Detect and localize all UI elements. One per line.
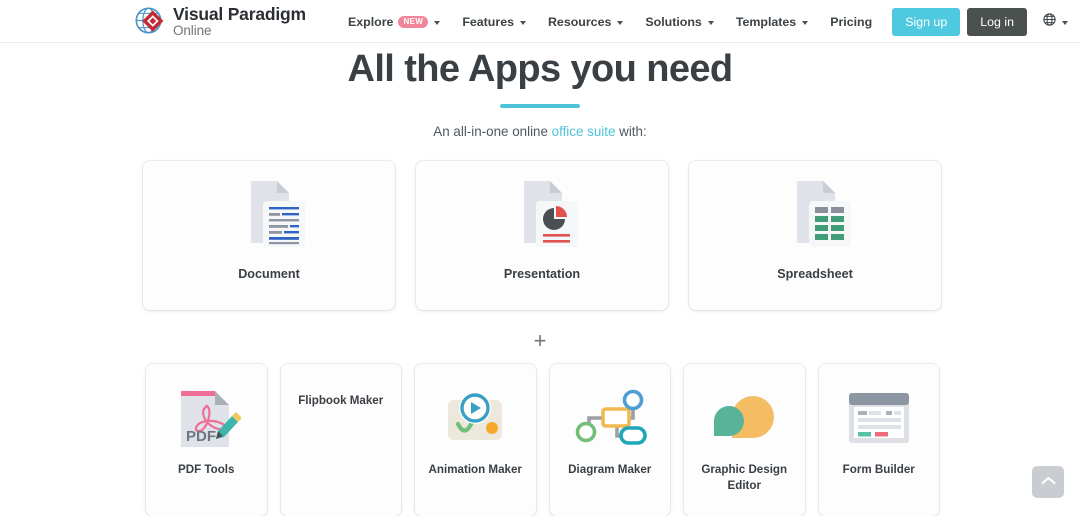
app-card-spreadsheet[interactable]: Spreadsheet	[689, 161, 941, 310]
logo-text: Visual Paradigm Online	[173, 5, 306, 38]
nav-item-resources[interactable]: Resources	[537, 0, 634, 43]
chevron-down-icon	[707, 20, 714, 25]
app-card-flipbook-maker[interactable]: Flipbook Maker	[280, 364, 401, 516]
nav-item-templates[interactable]: Templates	[725, 0, 819, 43]
app-card-label: PDF Tools	[178, 463, 235, 476]
app-card-label: Diagram Maker	[568, 463, 652, 476]
language-selector[interactable]	[1043, 12, 1068, 31]
app-card-pdf-tools[interactable]: PDF PDF Tools	[146, 364, 267, 516]
chevron-up-icon	[1041, 473, 1056, 491]
diagram-maker-icon	[573, 376, 647, 462]
nav-item-pricing[interactable]: Pricing	[819, 0, 883, 43]
app-card-graphic-design-editor[interactable]: Graphic Design Editor	[684, 364, 805, 516]
globe-diamond-logo-icon	[132, 3, 168, 39]
main-navigation: Explore NEW Features Resources Solutions…	[337, 0, 1068, 43]
secondary-apps-grid: PDF PDF Tools Flipbook Maker Animation M…	[146, 364, 939, 516]
nav-item-solutions[interactable]: Solutions	[634, 0, 724, 43]
plus-divider: +	[533, 328, 547, 353]
svg-text:PDF: PDF	[186, 428, 216, 445]
nav-label-features: Features	[462, 14, 514, 29]
logo[interactable]: Visual Paradigm Online	[132, 3, 306, 39]
nav-item-features[interactable]: Features	[451, 0, 537, 43]
site-header: Visual Paradigm Online Explore NEW Featu…	[0, 0, 1080, 43]
title-underline-rule	[500, 103, 580, 108]
globe-icon	[1043, 12, 1056, 31]
app-card-label: Presentation	[503, 267, 581, 281]
app-card-animation-maker[interactable]: Animation Maker	[415, 364, 536, 516]
scroll-to-top-button[interactable]	[1032, 466, 1064, 498]
document-file-icon	[233, 174, 305, 258]
new-badge: NEW	[398, 15, 429, 28]
hero-subtitle: An all-in-one online office suite with:	[0, 124, 1080, 139]
page-title: All the Apps you need	[347, 48, 733, 90]
subtitle-text-before: An all-in-one online	[433, 123, 552, 139]
logo-subtitle: Online	[173, 22, 212, 38]
app-card-label: Graphic Design Editor	[701, 463, 788, 492]
animation-maker-icon	[440, 376, 510, 462]
subtitle-text-after: with:	[615, 123, 647, 139]
app-card-presentation[interactable]: Presentation	[416, 161, 668, 310]
app-card-label: Animation Maker	[428, 463, 522, 476]
primary-apps-grid: Document Presentation Spreadsheet	[143, 161, 941, 310]
nav-label-resources: Resources	[547, 14, 612, 29]
logo-title: Visual Paradigm	[173, 3, 306, 24]
chevron-down-icon	[1061, 20, 1068, 25]
chevron-down-icon	[617, 20, 624, 25]
app-card-label: Spreadsheet	[777, 267, 853, 281]
app-card-diagram-maker[interactable]: Diagram Maker	[549, 364, 670, 516]
app-card-document[interactable]: Document	[143, 161, 395, 310]
sign-up-button[interactable]: Sign up	[892, 7, 961, 36]
nav-label-explore: Explore	[348, 14, 394, 29]
spreadsheet-file-icon	[779, 174, 851, 258]
chevron-down-icon	[434, 20, 441, 25]
app-card-label: Document	[238, 267, 300, 281]
form-builder-icon	[843, 376, 915, 462]
office-suite-link[interactable]: office suite	[552, 124, 616, 139]
nav-label-pricing: Pricing	[830, 14, 873, 29]
log-in-button[interactable]: Log in	[967, 7, 1027, 36]
chevron-down-icon	[802, 20, 809, 25]
app-card-label: Flipbook Maker	[298, 394, 384, 407]
pdf-tools-icon: PDF	[171, 376, 242, 462]
nav-item-explore[interactable]: Explore NEW	[337, 0, 451, 43]
app-card-label: Form Builder	[842, 463, 915, 476]
presentation-file-icon	[506, 174, 578, 258]
hero-section: All the Apps you need An all-in-one onli…	[0, 43, 1080, 139]
chevron-down-icon	[519, 20, 526, 25]
nav-label-templates: Templates	[735, 14, 797, 29]
nav-label-solutions: Solutions	[645, 14, 702, 29]
app-card-form-builder[interactable]: Form Builder	[818, 364, 939, 516]
graphic-design-icon	[707, 376, 781, 462]
